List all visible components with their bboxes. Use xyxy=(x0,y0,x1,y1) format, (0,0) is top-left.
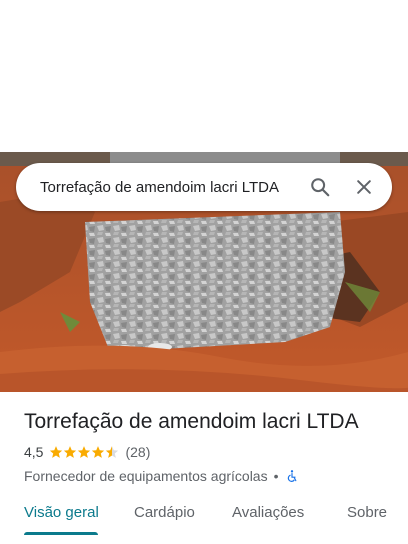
separator: • xyxy=(273,468,279,484)
search-input[interactable]: Torrefação de amendoim lacri LTDA xyxy=(40,179,300,196)
search-button[interactable] xyxy=(300,167,340,207)
rating-value: 4,5 xyxy=(24,444,44,460)
close-icon xyxy=(357,180,371,194)
active-tab-indicator xyxy=(24,532,98,535)
tab-reviews[interactable]: Avaliações xyxy=(232,504,304,521)
tab-about[interactable]: Sobre xyxy=(347,504,387,521)
close-button[interactable] xyxy=(344,167,384,207)
search-icon xyxy=(311,178,330,197)
map-blank-area xyxy=(0,0,408,152)
place-info: Torrefação de amendoim lacri LTDA 4,5 (2… xyxy=(24,408,392,486)
place-title: Torrefação de amendoim lacri LTDA xyxy=(24,410,359,433)
tab-bar: Visão geral Cardápio Avaliações Sobre xyxy=(0,494,408,544)
tab-menu[interactable]: Cardápio xyxy=(134,504,195,521)
star-icon xyxy=(64,446,77,458)
review-count[interactable]: (28) xyxy=(125,444,150,460)
rating-stars xyxy=(49,445,119,459)
search-bar[interactable]: Torrefação de amendoim lacri LTDA xyxy=(16,163,392,211)
rating-row[interactable]: 4,5 (28) xyxy=(24,442,392,462)
star-half-icon xyxy=(106,446,119,458)
star-icon xyxy=(92,446,105,458)
star-icon xyxy=(50,446,63,458)
place-category: Fornecedor de equipamentos agrícolas xyxy=(24,468,268,484)
wheelchair-icon xyxy=(287,470,296,482)
star-icon xyxy=(78,446,91,458)
tab-overview[interactable]: Visão geral xyxy=(24,504,99,521)
category-row: Fornecedor de equipamentos agrícolas • xyxy=(24,466,392,486)
